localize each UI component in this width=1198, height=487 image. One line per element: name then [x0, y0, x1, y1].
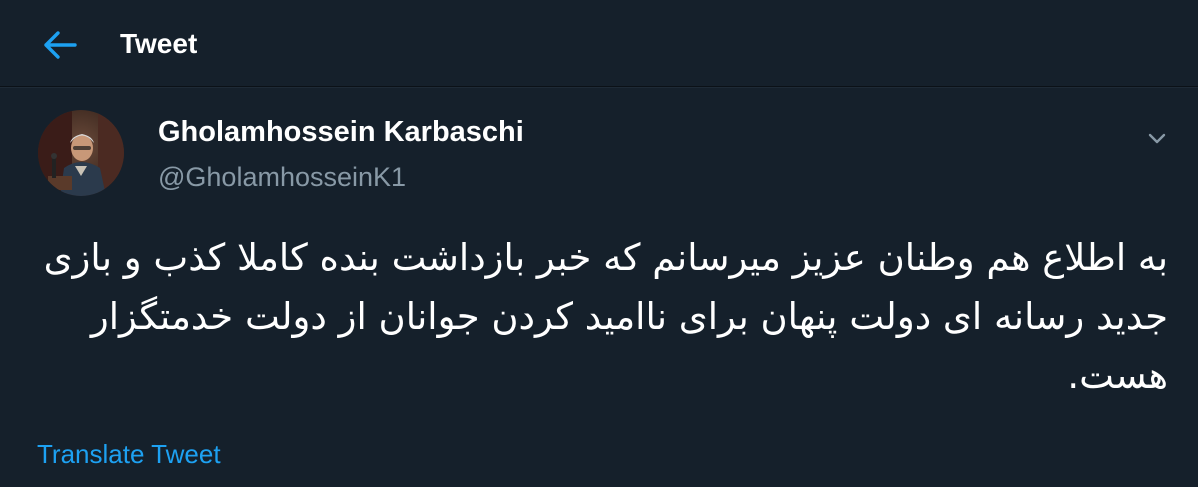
author-display-name[interactable]: Gholamhossein Karbaschi [158, 112, 524, 152]
avatar[interactable] [38, 110, 124, 196]
top-bar: Tweet [0, 0, 1198, 87]
chevron-down-icon [1148, 133, 1166, 144]
arrow-left-icon [44, 31, 77, 59]
tweet-text: به اطلاع هم وطنان عزیز میرسانم که خبر با… [43, 236, 1168, 397]
back-button[interactable] [40, 25, 80, 65]
author-handle[interactable]: @GholamhosseinK1 [158, 158, 406, 196]
tweet-menu-button[interactable] [1142, 124, 1172, 154]
page-title: Tweet [120, 28, 198, 59]
translate-tweet-link[interactable]: Translate Tweet [37, 438, 221, 470]
